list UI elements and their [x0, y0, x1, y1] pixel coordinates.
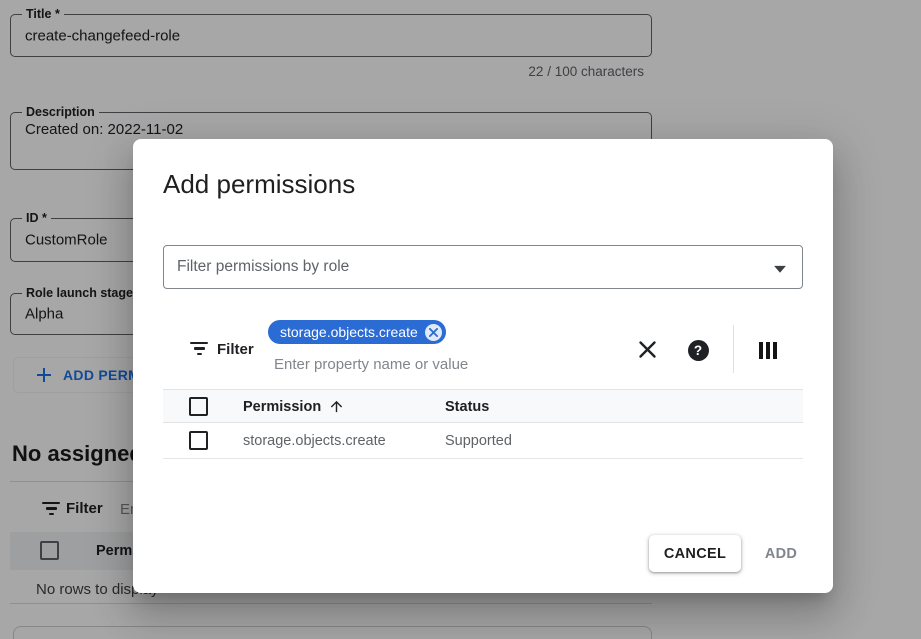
filter-chip-storage-objects-create[interactable]: storage.objects.create: [268, 320, 446, 344]
add-button[interactable]: ADD: [755, 535, 807, 572]
status-column-header[interactable]: Status: [445, 399, 489, 415]
filter-chip-label: storage.objects.create: [280, 324, 418, 340]
clear-filter-icon[interactable]: [635, 337, 659, 361]
screen: Title * create-changefeed-role 22 / 100 …: [0, 0, 921, 639]
row-checkbox[interactable]: [189, 431, 208, 450]
permission-table-row[interactable]: storage.objects.create Supported: [163, 424, 803, 459]
filter-icon: [190, 342, 208, 358]
help-icon[interactable]: [686, 338, 710, 362]
add-permissions-dialog: Add permissions Filter permissions by ro…: [133, 139, 833, 593]
dialog-filter-label: Filter: [217, 341, 254, 358]
permission-cell: storage.objects.create: [243, 433, 386, 449]
toolbar-divider: [733, 325, 734, 373]
filter-permissions-by-role-select[interactable]: Filter permissions by role: [163, 245, 803, 289]
status-cell: Supported: [445, 433, 512, 449]
dialog-filter-input[interactable]: [274, 353, 554, 375]
sort-ascending-icon[interactable]: [328, 398, 345, 420]
permission-column-header[interactable]: Permission: [243, 399, 321, 415]
cancel-button[interactable]: CANCEL: [649, 535, 741, 572]
dialog-title: Add permissions: [163, 169, 355, 200]
role-select-placeholder: Filter permissions by role: [177, 258, 349, 276]
caret-down-icon: [774, 260, 786, 278]
chip-remove-icon[interactable]: [425, 324, 442, 341]
column-display-icon[interactable]: [756, 338, 780, 362]
dialog-table-header-row: Permission Status: [163, 389, 803, 423]
dialog-select-all-checkbox[interactable]: [189, 397, 208, 416]
